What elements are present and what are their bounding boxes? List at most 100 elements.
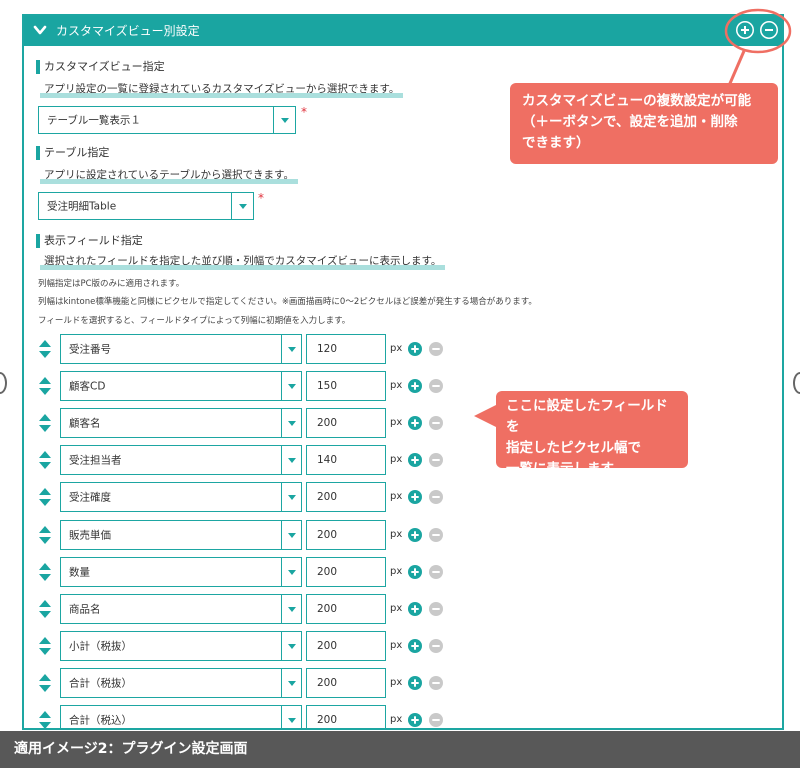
left-edge-marker xyxy=(0,372,7,394)
field-select[interactable]: 小計（税抜） xyxy=(60,631,302,661)
caret-down-icon[interactable] xyxy=(281,409,301,437)
field-select[interactable]: 数量 xyxy=(60,557,302,587)
field-select-value: 受注確度 xyxy=(69,491,111,504)
field-select-value: 合計（税抜） xyxy=(69,677,132,690)
minus-circle-icon[interactable] xyxy=(429,490,443,504)
minus-circle-icon[interactable] xyxy=(429,639,443,653)
plus-circle-icon[interactable] xyxy=(408,416,422,430)
sort-handle-icon[interactable] xyxy=(38,711,52,729)
field-select-value: 合計（税込） xyxy=(69,714,132,727)
column-width-input[interactable]: 200 xyxy=(306,520,386,550)
minus-circle-icon[interactable] xyxy=(429,528,443,542)
column-width-input[interactable]: 200 xyxy=(306,668,386,698)
field-select-value: 販売単価 xyxy=(69,529,111,542)
add-view-setting-button[interactable] xyxy=(736,21,754,39)
field-select[interactable]: 合計（税抜） xyxy=(60,668,302,698)
plus-circle-icon[interactable] xyxy=(408,490,422,504)
field-select[interactable]: 受注確度 xyxy=(60,482,302,512)
plus-circle-icon[interactable] xyxy=(408,602,422,616)
minus-circle-icon[interactable] xyxy=(429,565,443,579)
caret-down-icon[interactable] xyxy=(281,632,301,660)
customize-view-select[interactable]: テーブル一覧表示１ xyxy=(38,106,296,134)
table-selected-value: 受注明細Table xyxy=(47,200,117,213)
callout-line: 一覧に表示します xyxy=(506,461,614,477)
minus-circle-icon[interactable] xyxy=(429,676,443,690)
sort-handle-icon[interactable] xyxy=(38,488,52,506)
sort-handle-icon[interactable] xyxy=(38,637,52,655)
caret-down-icon[interactable] xyxy=(281,706,301,728)
plus-circle-icon[interactable] xyxy=(408,639,422,653)
column-width-input[interactable]: 200 xyxy=(306,557,386,587)
column-width-input[interactable]: 200 xyxy=(306,408,386,438)
unit-label: px xyxy=(390,491,403,502)
caret-down-icon[interactable] xyxy=(281,595,301,623)
minus-circle-icon[interactable] xyxy=(429,713,443,727)
caret-down-icon[interactable] xyxy=(281,446,301,474)
column-width-input[interactable]: 150 xyxy=(306,371,386,401)
field-select-value: 顧客CD xyxy=(69,380,106,393)
unit-label: px xyxy=(390,640,403,651)
unit-label: px xyxy=(390,529,403,540)
caret-down-icon[interactable] xyxy=(281,521,301,549)
caret-down-icon[interactable] xyxy=(281,335,301,363)
plus-circle-icon[interactable] xyxy=(408,676,422,690)
plus-circle-icon[interactable] xyxy=(408,342,422,356)
sort-handle-icon[interactable] xyxy=(38,526,52,544)
sort-handle-icon[interactable] xyxy=(38,414,52,432)
remove-view-setting-button[interactable] xyxy=(760,21,778,39)
field-select[interactable]: 顧客CD xyxy=(60,371,302,401)
field-select[interactable]: 顧客名 xyxy=(60,408,302,438)
field-row: 合計（税込） 200 px xyxy=(38,705,458,729)
field-select[interactable]: 合計（税込） xyxy=(60,705,302,728)
column-width-input[interactable]: 120 xyxy=(306,334,386,364)
column-width-input[interactable]: 200 xyxy=(306,482,386,512)
caret-down-icon[interactable] xyxy=(231,193,253,219)
column-width-input[interactable]: 140 xyxy=(306,445,386,475)
minus-circle-icon[interactable] xyxy=(429,379,443,393)
sort-handle-icon[interactable] xyxy=(38,451,52,469)
column-width-value: 200 xyxy=(317,640,338,652)
caret-down-icon[interactable] xyxy=(281,483,301,511)
plus-circle-icon[interactable] xyxy=(408,713,422,727)
field-row: 顧客CD 150 px xyxy=(38,371,458,401)
panel-title: カスタマイズビュー別設定 xyxy=(56,24,200,38)
column-width-input[interactable]: 200 xyxy=(306,705,386,728)
panel-header[interactable]: カスタマイズビュー別設定 xyxy=(24,16,782,46)
field-select-value: 顧客名 xyxy=(69,417,101,430)
field-select[interactable]: 受注番号 xyxy=(60,334,302,364)
callout-line: （＋ーボタンで、設定を追加・削除 xyxy=(522,114,738,130)
caret-down-icon[interactable] xyxy=(281,372,301,400)
minus-circle-icon[interactable] xyxy=(429,453,443,467)
sort-handle-icon[interactable] xyxy=(38,674,52,692)
field-select[interactable]: 販売単価 xyxy=(60,520,302,550)
plus-circle-icon[interactable] xyxy=(408,379,422,393)
field-select-value: 受注担当者 xyxy=(69,454,122,467)
caret-down-icon[interactable] xyxy=(281,669,301,697)
sort-handle-icon[interactable] xyxy=(38,377,52,395)
unit-label: px xyxy=(390,566,403,577)
table-section-title: テーブル指定 xyxy=(36,146,109,160)
column-width-input[interactable]: 200 xyxy=(306,594,386,624)
callout-line: できます） xyxy=(522,135,590,151)
caret-down-icon[interactable] xyxy=(273,107,295,133)
customize-view-section-title: カスタマイズビュー指定 xyxy=(36,60,165,74)
field-select[interactable]: 受注担当者 xyxy=(60,445,302,475)
plus-circle-icon[interactable] xyxy=(408,528,422,542)
column-width-input[interactable]: 200 xyxy=(306,631,386,661)
plus-circle-icon[interactable] xyxy=(408,565,422,579)
column-width-value: 140 xyxy=(317,454,338,466)
plus-circle-icon[interactable] xyxy=(408,453,422,467)
sort-handle-icon[interactable] xyxy=(38,563,52,581)
chevron-down-icon[interactable] xyxy=(32,22,48,38)
sort-handle-icon[interactable] xyxy=(38,600,52,618)
fields-section-title: 表示フィールド指定 xyxy=(36,234,143,248)
sort-handle-icon[interactable] xyxy=(38,340,52,358)
caret-down-icon[interactable] xyxy=(281,558,301,586)
column-width-value: 150 xyxy=(317,380,338,392)
table-select[interactable]: 受注明細Table xyxy=(38,192,254,220)
field-select[interactable]: 商品名 xyxy=(60,594,302,624)
field-row: 販売単価 200 px xyxy=(38,520,458,550)
minus-circle-icon[interactable] xyxy=(429,602,443,616)
minus-circle-icon[interactable] xyxy=(429,342,443,356)
minus-circle-icon[interactable] xyxy=(429,416,443,430)
